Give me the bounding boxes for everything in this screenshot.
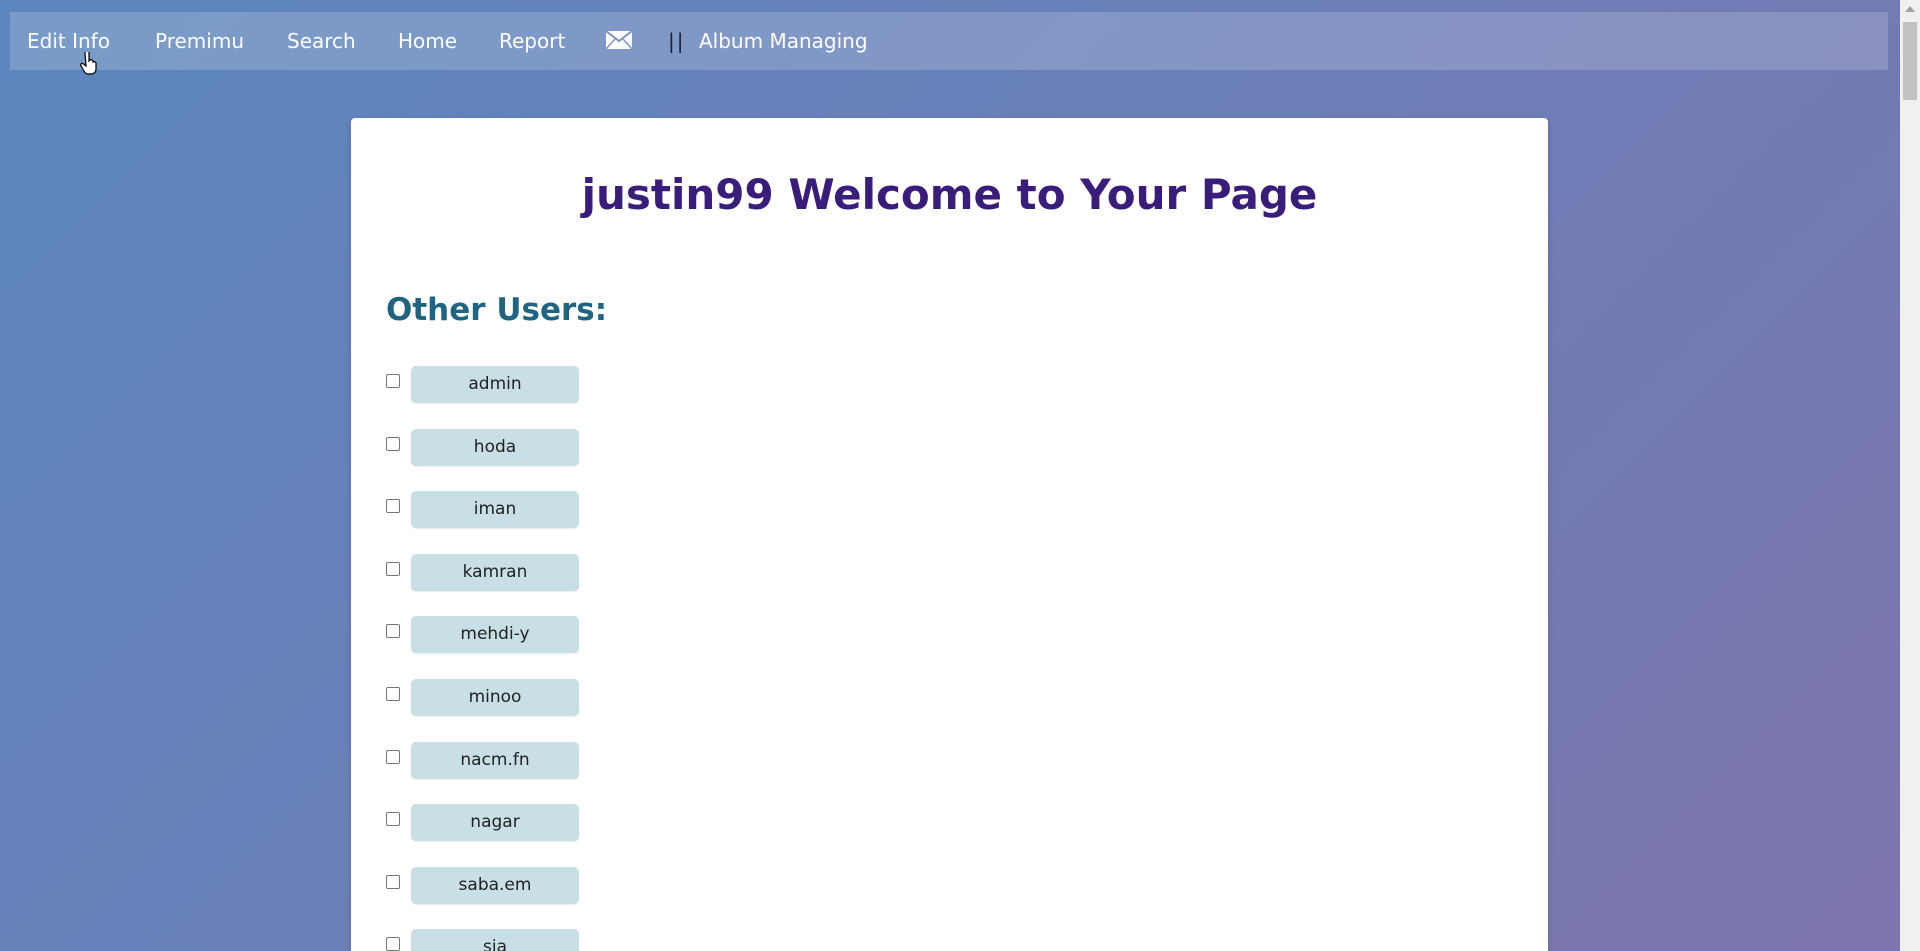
user-checkbox[interactable] [386,436,400,451]
top-nav: Edit Info Premimu Search Home Report || … [10,12,1888,70]
other-users-heading: Other Users: [386,292,608,328]
user-checkbox[interactable] [386,374,400,388]
user-button[interactable]: saba.em [411,866,579,904]
user-button[interactable]: mehdi-y [411,616,579,654]
main-card: justin99 Welcome to Your Page Other User… [351,118,1548,951]
user-checkbox[interactable] [386,561,400,576]
hand-cursor-icon [80,52,97,75]
nav-separator: || [668,29,686,53]
user-button[interactable]: kamran [411,553,579,591]
user-checkbox[interactable] [386,624,400,639]
nav-report[interactable]: Report [499,29,565,53]
user-button[interactable]: admin [411,366,579,403]
envelope-icon[interactable] [605,30,633,50]
user-checkbox[interactable] [386,937,400,951]
scrollbar-thumb[interactable] [1903,22,1917,100]
user-button[interactable]: sia [411,929,579,951]
nav-home[interactable]: Home [398,29,457,53]
nav-premimu[interactable]: Premimu [155,29,244,53]
user-button[interactable]: nagar [411,804,579,842]
page-title: justin99 Welcome to Your Page [581,170,1318,219]
nav-search[interactable]: Search [287,29,356,53]
user-button[interactable]: nacm.fn [411,741,579,779]
scroll-up-arrow-icon[interactable] [1905,6,1915,12]
nav-album-managing[interactable]: Album Managing [699,29,868,53]
user-checkbox[interactable] [386,686,400,701]
user-checkbox[interactable] [386,749,400,764]
user-button[interactable]: hoda [411,428,579,466]
nav-edit-info[interactable]: Edit Info [27,29,110,53]
vertical-scrollbar[interactable] [1900,0,1920,951]
user-checkbox[interactable] [386,874,400,889]
user-checkbox[interactable] [386,812,400,827]
user-button[interactable]: iman [411,491,579,529]
user-button[interactable]: minoo [411,678,579,716]
user-checkbox[interactable] [386,499,400,514]
